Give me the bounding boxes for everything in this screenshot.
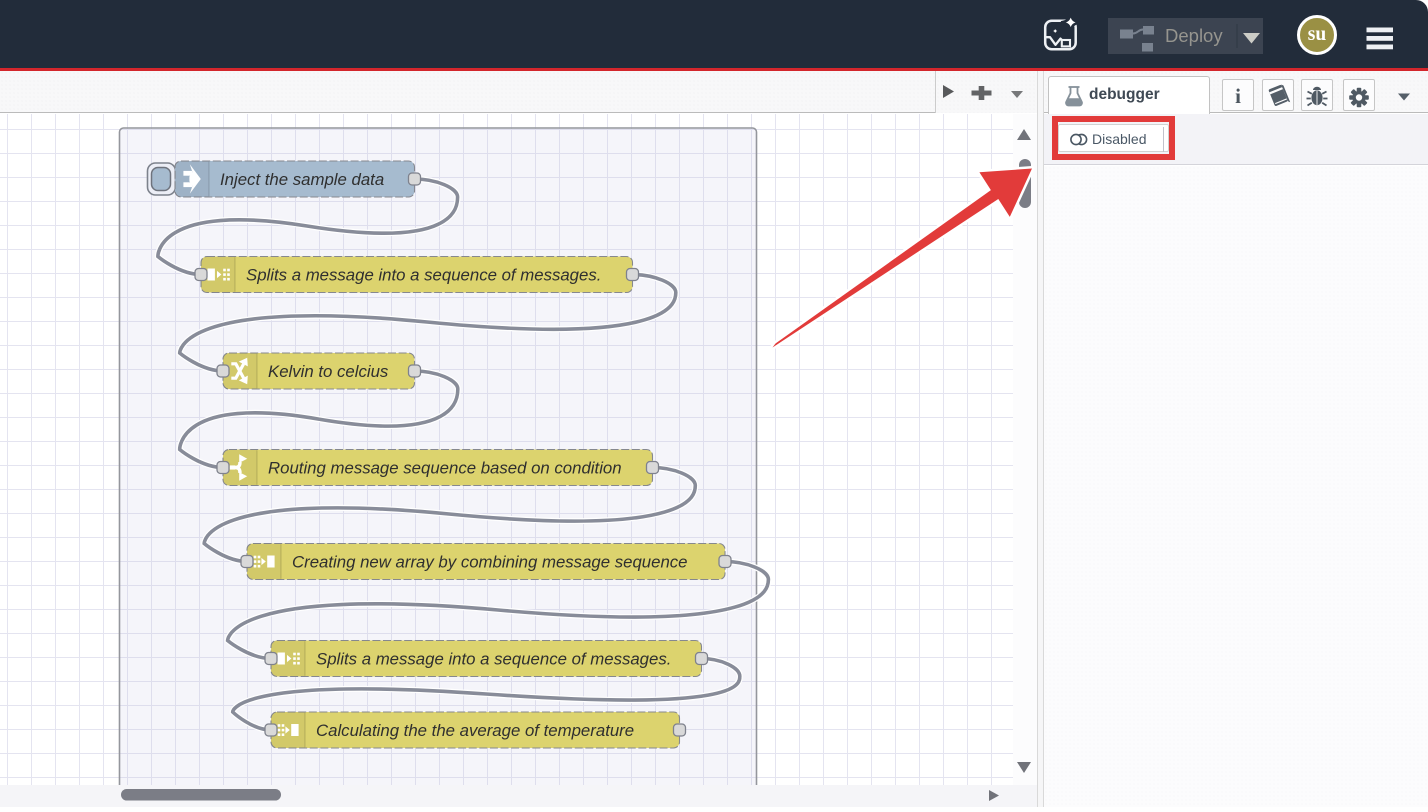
svg-text:Creating new array by combinin: Creating new array by combining message …: [292, 553, 688, 572]
svg-text:Splits a message into a sequen: Splits a message into a sequence of mess…: [246, 266, 601, 285]
svg-text:Calculating the the average of: Calculating the the average of temperatu…: [316, 721, 634, 740]
svg-text:i: i: [1235, 84, 1241, 108]
svg-text:Splits a message into a sequen: Splits a message into a sequence of mess…: [316, 650, 671, 669]
svg-text:Inject the sample data: Inject the sample data: [220, 170, 384, 189]
svg-text:Routing message sequence based: Routing message sequence based on condit…: [268, 459, 622, 478]
svg-text:Kelvin to celcius: Kelvin to celcius: [268, 362, 389, 381]
